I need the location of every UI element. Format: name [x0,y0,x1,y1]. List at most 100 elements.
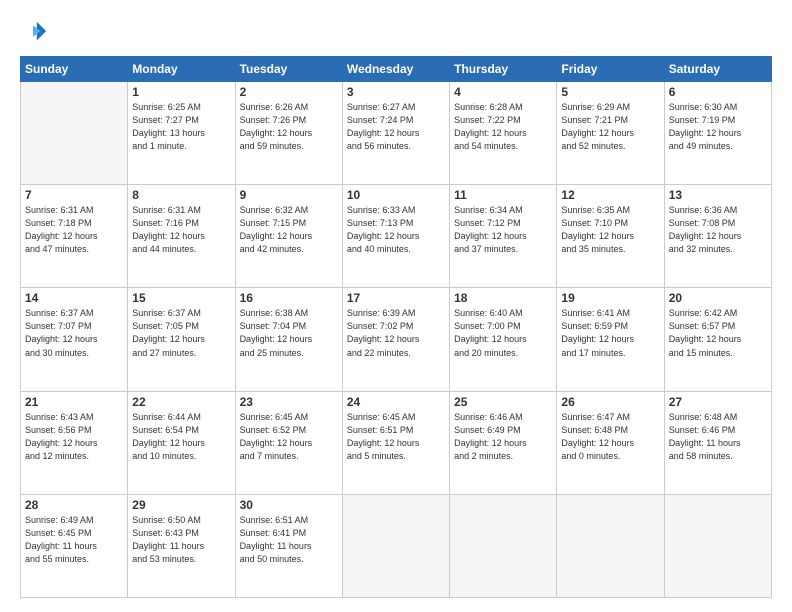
day-info: Sunrise: 6:43 AM Sunset: 6:56 PM Dayligh… [25,411,123,463]
calendar-cell: 8 Sunrise: 6:31 AM Sunset: 7:16 PM Daylig… [128,185,235,288]
calendar-cell: 11 Sunrise: 6:34 AM Sunset: 7:12 PM Dayli… [450,185,557,288]
calendar-cell: 1 Sunrise: 6:25 AM Sunset: 7:27 PM Daylig… [128,82,235,185]
day-number: 27 [669,395,767,409]
calendar-cell: 15 Sunrise: 6:37 AM Sunset: 7:05 PM Dayli… [128,288,235,391]
day-number: 8 [132,188,230,202]
weekday-header-saturday: Saturday [664,57,771,82]
day-info: Sunrise: 6:49 AM Sunset: 6:45 PM Dayligh… [25,514,123,566]
day-info: Sunrise: 6:31 AM Sunset: 7:16 PM Dayligh… [132,204,230,256]
day-info: Sunrise: 6:39 AM Sunset: 7:02 PM Dayligh… [347,307,445,359]
day-info: Sunrise: 6:47 AM Sunset: 6:48 PM Dayligh… [561,411,659,463]
weekday-header-monday: Monday [128,57,235,82]
weekday-header-row: SundayMondayTuesdayWednesdayThursdayFrid… [21,57,772,82]
calendar-cell: 2 Sunrise: 6:26 AM Sunset: 7:26 PM Daylig… [235,82,342,185]
calendar-cell [450,494,557,597]
day-info: Sunrise: 6:51 AM Sunset: 6:41 PM Dayligh… [240,514,338,566]
day-number: 17 [347,291,445,305]
weekday-header-sunday: Sunday [21,57,128,82]
day-number: 4 [454,85,552,99]
calendar-cell [21,82,128,185]
day-number: 20 [669,291,767,305]
day-number: 10 [347,188,445,202]
day-number: 30 [240,498,338,512]
calendar-cell: 14 Sunrise: 6:37 AM Sunset: 7:07 PM Dayli… [21,288,128,391]
day-number: 13 [669,188,767,202]
day-info: Sunrise: 6:33 AM Sunset: 7:13 PM Dayligh… [347,204,445,256]
calendar-cell [342,494,449,597]
calendar-cell [557,494,664,597]
calendar-week-4: 21 Sunrise: 6:43 AM Sunset: 6:56 PM Dayli… [21,391,772,494]
calendar-cell: 26Sunrise: 6:47 AM Sunset: 6:48 PM Dayli… [557,391,664,494]
day-info: Sunrise: 6:44 AM Sunset: 6:54 PM Dayligh… [132,411,230,463]
day-number: 21 [25,395,123,409]
day-number: 2 [240,85,338,99]
calendar-cell: 30 Sunrise: 6:51 AM Sunset: 6:41 PM Dayli… [235,494,342,597]
calendar-cell: 27 Sunrise: 6:48 AM Sunset: 6:46 PM Dayli… [664,391,771,494]
calendar-cell: 5Sunrise: 6:29 AM Sunset: 7:21 PM Daylig… [557,82,664,185]
day-info: Sunrise: 6:26 AM Sunset: 7:26 PM Dayligh… [240,101,338,153]
calendar-cell: 3 Sunrise: 6:27 AM Sunset: 7:24 PM Daylig… [342,82,449,185]
logo-icon [20,18,48,46]
calendar-cell: 25 Sunrise: 6:46 AM Sunset: 6:49 PM Dayli… [450,391,557,494]
day-info: Sunrise: 6:40 AM Sunset: 7:00 PM Dayligh… [454,307,552,359]
calendar-cell: 4Sunrise: 6:28 AM Sunset: 7:22 PM Daylig… [450,82,557,185]
day-info: Sunrise: 6:38 AM Sunset: 7:04 PM Dayligh… [240,307,338,359]
calendar-cell: 18 Sunrise: 6:40 AM Sunset: 7:00 PM Dayli… [450,288,557,391]
day-info: Sunrise: 6:34 AM Sunset: 7:12 PM Dayligh… [454,204,552,256]
calendar-cell: 7 Sunrise: 6:31 AM Sunset: 7:18 PM Daylig… [21,185,128,288]
day-info: Sunrise: 6:35 AM Sunset: 7:10 PM Dayligh… [561,204,659,256]
calendar-cell: 24Sunrise: 6:45 AM Sunset: 6:51 PM Dayli… [342,391,449,494]
day-number: 12 [561,188,659,202]
day-number: 7 [25,188,123,202]
calendar-cell: 22 Sunrise: 6:44 AM Sunset: 6:54 PM Dayli… [128,391,235,494]
day-info: Sunrise: 6:27 AM Sunset: 7:24 PM Dayligh… [347,101,445,153]
day-number: 9 [240,188,338,202]
day-number: 25 [454,395,552,409]
calendar-cell: 21 Sunrise: 6:43 AM Sunset: 6:56 PM Dayli… [21,391,128,494]
day-info: Sunrise: 6:32 AM Sunset: 7:15 PM Dayligh… [240,204,338,256]
calendar-cell: 19 Sunrise: 6:41 AM Sunset: 6:59 PM Dayli… [557,288,664,391]
calendar-week-1: 1 Sunrise: 6:25 AM Sunset: 7:27 PM Daylig… [21,82,772,185]
day-number: 22 [132,395,230,409]
day-number: 11 [454,188,552,202]
calendar-cell: 10 Sunrise: 6:33 AM Sunset: 7:13 PM Dayli… [342,185,449,288]
day-info: Sunrise: 6:41 AM Sunset: 6:59 PM Dayligh… [561,307,659,359]
day-info: Sunrise: 6:42 AM Sunset: 6:57 PM Dayligh… [669,307,767,359]
day-info: Sunrise: 6:50 AM Sunset: 6:43 PM Dayligh… [132,514,230,566]
day-number: 29 [132,498,230,512]
calendar-cell: 13 Sunrise: 6:36 AM Sunset: 7:08 PM Dayli… [664,185,771,288]
calendar-cell: 12 Sunrise: 6:35 AM Sunset: 7:10 PM Dayli… [557,185,664,288]
calendar-week-2: 7 Sunrise: 6:31 AM Sunset: 7:18 PM Daylig… [21,185,772,288]
calendar-cell [664,494,771,597]
day-info: Sunrise: 6:45 AM Sunset: 6:52 PM Dayligh… [240,411,338,463]
calendar-table: SundayMondayTuesdayWednesdayThursdayFrid… [20,56,772,598]
page: SundayMondayTuesdayWednesdayThursdayFrid… [0,0,792,612]
calendar-cell: 17 Sunrise: 6:39 AM Sunset: 7:02 PM Dayli… [342,288,449,391]
day-number: 1 [132,85,230,99]
day-info: Sunrise: 6:37 AM Sunset: 7:05 PM Dayligh… [132,307,230,359]
day-info: Sunrise: 6:36 AM Sunset: 7:08 PM Dayligh… [669,204,767,256]
weekday-header-thursday: Thursday [450,57,557,82]
day-number: 19 [561,291,659,305]
logo [20,18,52,46]
day-number: 18 [454,291,552,305]
day-info: Sunrise: 6:48 AM Sunset: 6:46 PM Dayligh… [669,411,767,463]
day-number: 6 [669,85,767,99]
day-number: 14 [25,291,123,305]
calendar-cell: 29 Sunrise: 6:50 AM Sunset: 6:43 PM Dayli… [128,494,235,597]
calendar-cell: 9 Sunrise: 6:32 AM Sunset: 7:15 PM Daylig… [235,185,342,288]
calendar-cell: 16 Sunrise: 6:38 AM Sunset: 7:04 PM Dayli… [235,288,342,391]
day-info: Sunrise: 6:31 AM Sunset: 7:18 PM Dayligh… [25,204,123,256]
day-info: Sunrise: 6:46 AM Sunset: 6:49 PM Dayligh… [454,411,552,463]
day-number: 3 [347,85,445,99]
calendar-cell: 28 Sunrise: 6:49 AM Sunset: 6:45 PM Dayli… [21,494,128,597]
day-number: 16 [240,291,338,305]
day-number: 24 [347,395,445,409]
day-info: Sunrise: 6:30 AM Sunset: 7:19 PM Dayligh… [669,101,767,153]
day-info: Sunrise: 6:37 AM Sunset: 7:07 PM Dayligh… [25,307,123,359]
day-number: 15 [132,291,230,305]
day-number: 28 [25,498,123,512]
day-info: Sunrise: 6:25 AM Sunset: 7:27 PM Dayligh… [132,101,230,153]
day-number: 23 [240,395,338,409]
day-info: Sunrise: 6:29 AM Sunset: 7:21 PM Dayligh… [561,101,659,153]
